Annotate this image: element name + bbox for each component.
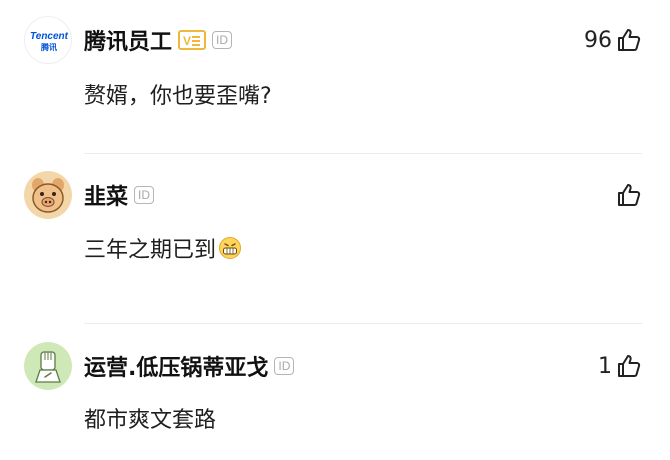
grin-emoji-icon bbox=[219, 237, 242, 259]
comment-item: Tencent 腾讯 腾讯员工 V ID 96 赘婿，你也要歪嘴? bbox=[0, 0, 670, 154]
comment-text: 都市爽文套路 bbox=[84, 408, 217, 433]
svg-text:Tencent: Tencent bbox=[30, 31, 69, 42]
divider bbox=[84, 323, 642, 324]
like-count: 1 bbox=[598, 353, 612, 379]
avatar[interactable] bbox=[24, 171, 72, 219]
author-row: 腾讯员工 V ID bbox=[84, 24, 233, 56]
avatar[interactable] bbox=[24, 342, 72, 390]
author-row: 韭菜 ID bbox=[84, 179, 155, 211]
like-button[interactable]: 1 bbox=[598, 350, 642, 382]
thumbs-up-icon bbox=[618, 29, 641, 51]
svg-text:V: V bbox=[183, 34, 191, 46]
like-button[interactable]: 96 bbox=[584, 24, 642, 56]
like-count: 96 bbox=[584, 27, 612, 53]
like-button[interactable] bbox=[612, 179, 642, 211]
pig-face-icon bbox=[32, 178, 64, 213]
author-name[interactable]: 韭菜 bbox=[84, 179, 128, 211]
author-name[interactable]: 腾讯员工 bbox=[84, 24, 172, 56]
svg-text:腾讯: 腾讯 bbox=[40, 42, 57, 52]
comment-text: 三年之期已到 bbox=[84, 232, 242, 264]
tencent-logo-icon: Tencent 腾讯 bbox=[30, 31, 69, 52]
comment-text: 赘婿，你也要歪嘴? bbox=[84, 84, 272, 109]
avatar[interactable]: Tencent 腾讯 bbox=[24, 16, 72, 64]
id-badge: ID bbox=[212, 31, 233, 49]
thumbs-up-icon bbox=[618, 184, 641, 206]
author-name[interactable]: 运营.低压锅蒂亚戈 bbox=[84, 350, 268, 382]
id-badge: ID bbox=[274, 357, 295, 375]
hand-paper-icon bbox=[35, 351, 61, 383]
verified-badge-icon: V bbox=[178, 30, 207, 50]
id-badge: ID bbox=[134, 186, 155, 204]
divider bbox=[84, 153, 642, 154]
author-row: 运营.低压锅蒂亚戈 ID bbox=[84, 350, 295, 382]
thumbs-up-icon bbox=[618, 355, 641, 377]
